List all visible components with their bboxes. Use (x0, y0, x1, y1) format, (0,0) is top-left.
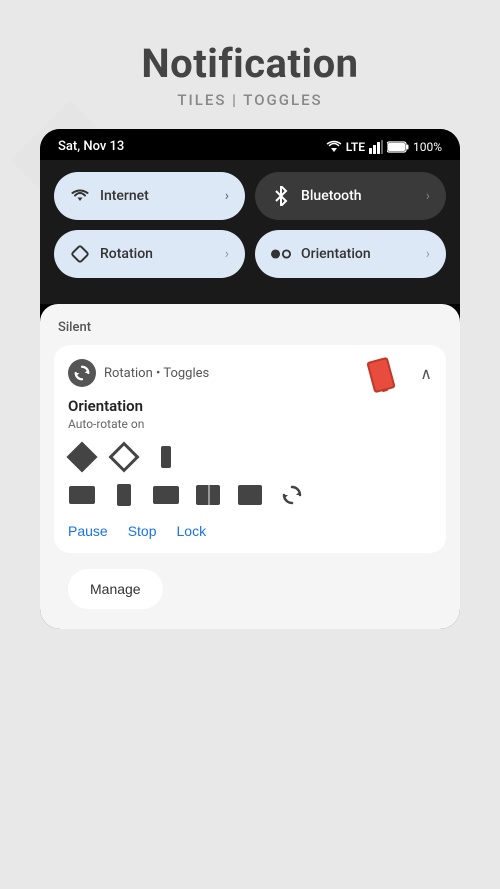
battery-label: 100% (413, 140, 442, 154)
orientation-tile-icon (271, 244, 291, 264)
notif-app-icon (68, 359, 96, 387)
tile-bluetooth-left: Bluetooth (271, 186, 362, 206)
tile-rotation-chevron: › (225, 246, 229, 262)
notif-subtitle: Auto-rotate on (68, 417, 432, 431)
quick-tiles: Internet › Bluetooth › (40, 160, 460, 304)
screen-icon-landscape[interactable] (68, 481, 96, 509)
phone-frame: Sat, Nov 13 LTE 100% (40, 129, 460, 629)
tile-rotation-left: Rotation (70, 244, 153, 264)
notification-card: Rotation • Toggles ∧ Orientation Auto-ro… (54, 345, 446, 553)
screen-icon-fold[interactable] (236, 481, 264, 509)
wifi-icon (326, 140, 342, 154)
orient-icons-row-1 (68, 443, 432, 471)
status-icons: LTE 100% (326, 140, 442, 154)
tile-rotation-label: Rotation (100, 246, 153, 262)
signal-icon (369, 140, 383, 154)
tile-bluetooth[interactable]: Bluetooth › (255, 172, 446, 220)
orient-icon-diamond-outline[interactable] (110, 443, 138, 471)
rotation-tile-icon (70, 244, 90, 264)
notif-rotation-graphic (362, 355, 400, 399)
screen-icon-split[interactable] (194, 481, 222, 509)
battery-icon (387, 141, 409, 153)
tile-rotation[interactable]: Rotation › (54, 230, 245, 278)
lock-button[interactable]: Lock (177, 523, 207, 539)
tile-bluetooth-label: Bluetooth (301, 188, 362, 204)
notif-header-left: Rotation • Toggles (68, 359, 209, 387)
orient-icon-rect-tall[interactable] (152, 443, 180, 471)
tile-orientation-chevron: › (426, 246, 430, 262)
bluetooth-tile-icon (271, 186, 291, 206)
tile-internet-chevron: › (225, 188, 229, 204)
notif-header: Rotation • Toggles ∧ (68, 359, 432, 387)
pause-button[interactable]: Pause (68, 523, 108, 539)
tile-internet-label: Internet (100, 188, 149, 204)
screen-icon-portrait[interactable] (110, 481, 138, 509)
notif-actions: Pause Stop Lock (68, 523, 432, 539)
manage-button[interactable]: Manage (68, 569, 163, 609)
tiles-row-1: Internet › Bluetooth › (54, 172, 446, 220)
page-header: Notification TILES | TOGGLES (0, 0, 500, 129)
screen-icon-rotate[interactable] (278, 481, 306, 509)
orient-icon-diamond-filled[interactable] (68, 443, 96, 471)
status-bar: Sat, Nov 13 LTE 100% (40, 129, 460, 160)
tiles-row-2: Rotation › Orientation › (54, 230, 446, 278)
notif-title: Orientation (68, 397, 432, 415)
stop-button[interactable]: Stop (128, 523, 157, 539)
notif-app-name: Rotation • Toggles (104, 366, 209, 381)
screen-icon-landscape2[interactable] (152, 481, 180, 509)
tile-orientation-left: Orientation (271, 244, 371, 264)
status-time: Sat, Nov 13 (58, 139, 124, 154)
tile-orientation[interactable]: Orientation › (255, 230, 446, 278)
tile-orientation-label: Orientation (301, 246, 371, 262)
tile-bluetooth-chevron: › (426, 188, 430, 204)
section-label: Silent (54, 320, 446, 335)
tile-internet[interactable]: Internet › (54, 172, 245, 220)
lte-label: LTE (346, 140, 365, 154)
manage-area: Manage (54, 553, 446, 609)
notification-area: Silent Rotation • Toggles (40, 304, 460, 629)
tile-internet-left: Internet (70, 186, 149, 206)
wifi-tile-icon (70, 186, 90, 206)
notif-expand-button[interactable]: ∧ (420, 364, 432, 383)
screen-icons-row (68, 481, 432, 509)
